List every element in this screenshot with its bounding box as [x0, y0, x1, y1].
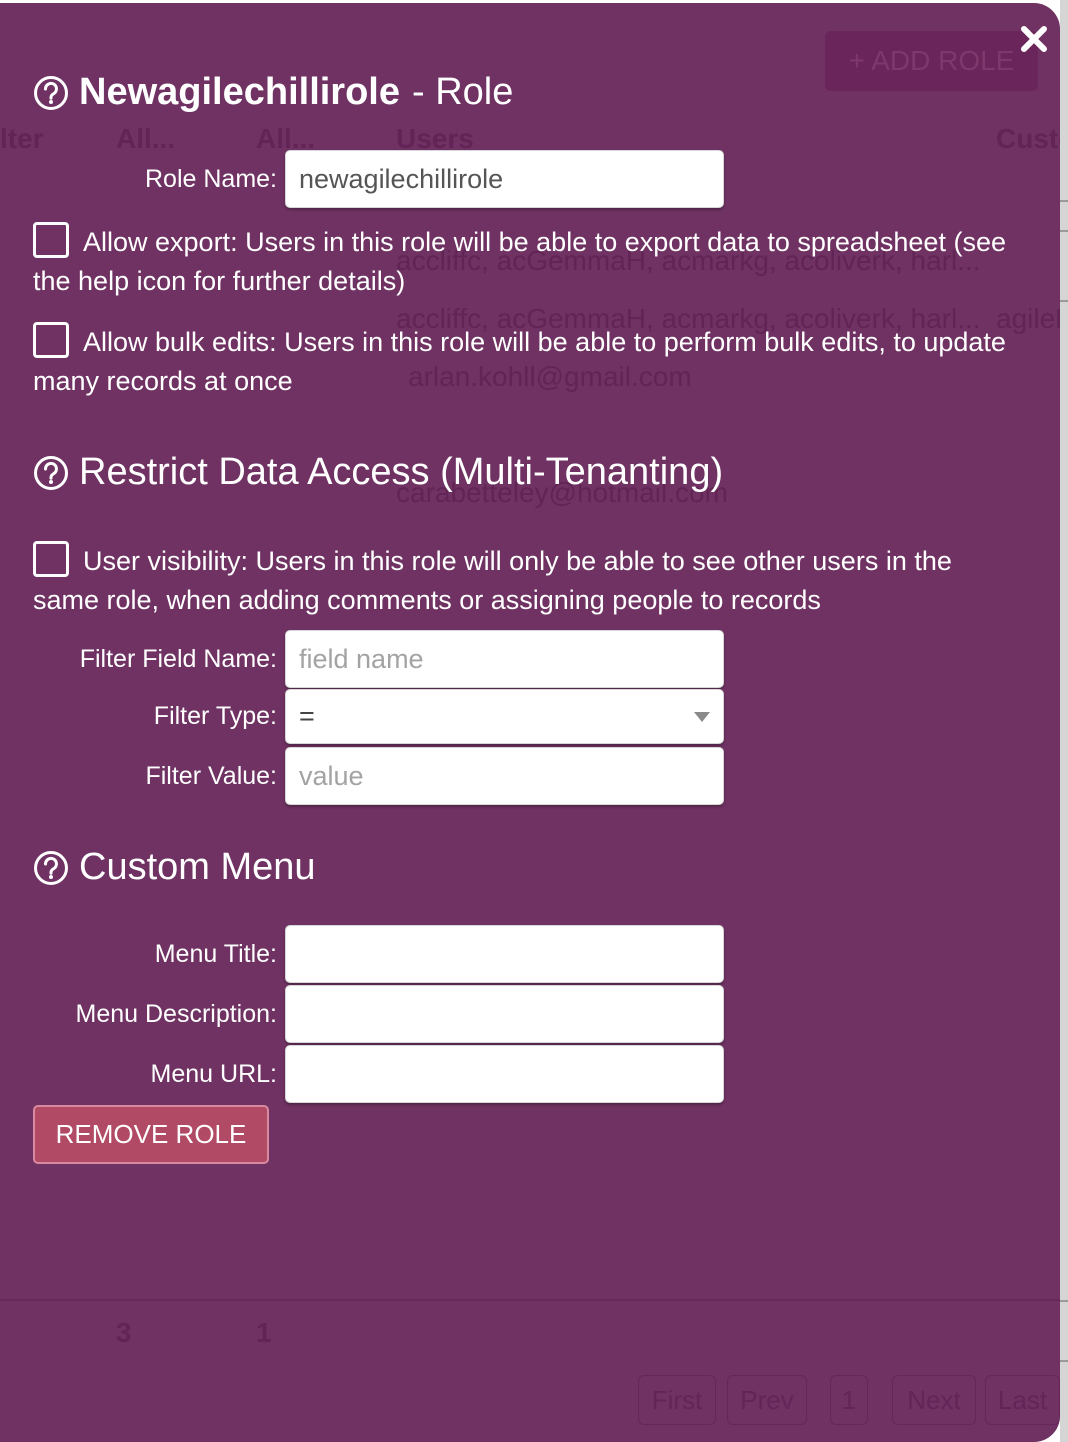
filter-type-select[interactable]: =: [285, 689, 724, 744]
role-title-name: Newagilechillirole: [79, 71, 400, 113]
user-visibility-text: User visibility: Users in this role will…: [33, 546, 952, 615]
background-footer-count: 1: [256, 1317, 272, 1348]
menu-url-input[interactable]: [285, 1045, 724, 1103]
background-divider: [1060, 230, 1068, 232]
menu-description-row: Menu Description:: [25, 985, 724, 1043]
filter-type-selected: =: [299, 701, 315, 731]
menu-description-label: Menu Description:: [75, 999, 277, 1028]
allow-bulk-edits-option: Allow bulk edits: Users in this role wil…: [33, 322, 1023, 401]
background-pagination-first: First: [638, 1375, 716, 1425]
background-divider: [1060, 1300, 1068, 1302]
role-modal: + ADD ROLE lter All... All... Users Cust…: [0, 3, 1060, 1442]
menu-title-label: Menu Title:: [154, 939, 277, 968]
filter-value-row: Filter Value: value: [25, 747, 724, 805]
background-divider: [1060, 200, 1068, 202]
restrict-data-access-heading: Restrict Data Access (Multi-Tenanting): [33, 451, 723, 494]
menu-title-row: Menu Title:: [25, 925, 724, 983]
restrict-data-access-title: Restrict Data Access (Multi-Tenanting): [79, 451, 724, 493]
background-footer-count: 3: [116, 1317, 132, 1348]
allow-bulk-edits-checkbox[interactable]: [33, 322, 69, 358]
help-icon[interactable]: [33, 850, 69, 886]
filter-value-label: Filter Value:: [145, 761, 277, 790]
help-icon[interactable]: [33, 75, 69, 111]
background-pagination-next: Next: [892, 1375, 976, 1425]
modal-title: Newagilechillirole - Role: [33, 71, 513, 114]
filter-field-name-input[interactable]: field name: [285, 630, 724, 688]
role-name-input[interactable]: newagilechillirole: [285, 150, 724, 208]
role-name-label: Role Name:: [145, 164, 277, 193]
role-title-suffix: - Role: [412, 71, 514, 113]
background-pagination-page: 1: [830, 1375, 868, 1425]
custom-menu-title: Custom Menu: [79, 846, 316, 888]
menu-description-input[interactable]: [285, 985, 724, 1043]
help-icon[interactable]: [33, 455, 69, 491]
background-divider: [1060, 1360, 1068, 1362]
background-pagination-last: Last: [985, 1375, 1060, 1425]
background-pagination-prev: Prev: [727, 1375, 807, 1425]
custom-menu-heading: Custom Menu: [33, 846, 316, 889]
allow-export-option: Allow export: Users in this role will be…: [33, 222, 1023, 301]
background-divider: [1060, 300, 1068, 302]
user-visibility-checkbox[interactable]: [33, 541, 69, 577]
user-visibility-option: User visibility: Users in this role will…: [33, 541, 1023, 620]
filter-field-name-label: Filter Field Name:: [79, 644, 277, 673]
close-button[interactable]: [1016, 21, 1052, 57]
menu-title-input[interactable]: [285, 925, 724, 983]
allow-export-text: Allow export: Users in this role will be…: [33, 227, 1006, 296]
role-name-row: Role Name: newagilechillirole: [25, 150, 724, 208]
background-divider: [0, 1299, 1060, 1301]
chevron-down-icon: [694, 711, 710, 722]
allow-export-checkbox[interactable]: [33, 222, 69, 258]
remove-role-button[interactable]: REMOVE ROLE: [33, 1105, 269, 1164]
background-column-header: Custo: [996, 123, 1060, 154]
filter-field-name-row: Filter Field Name: field name: [25, 630, 724, 688]
background-add-role-button: + ADD ROLE: [825, 31, 1038, 91]
allow-bulk-edits-text: Allow bulk edits: Users in this role wil…: [33, 327, 1006, 396]
filter-type-row: Filter Type: =: [25, 689, 724, 744]
menu-url-label: Menu URL:: [150, 1059, 277, 1088]
filter-type-label: Filter Type:: [153, 702, 277, 730]
close-icon: [1021, 26, 1047, 52]
background-scroll-area: [1060, 0, 1068, 1442]
filter-value-input[interactable]: value: [285, 747, 724, 805]
menu-url-row: Menu URL:: [25, 1045, 724, 1103]
